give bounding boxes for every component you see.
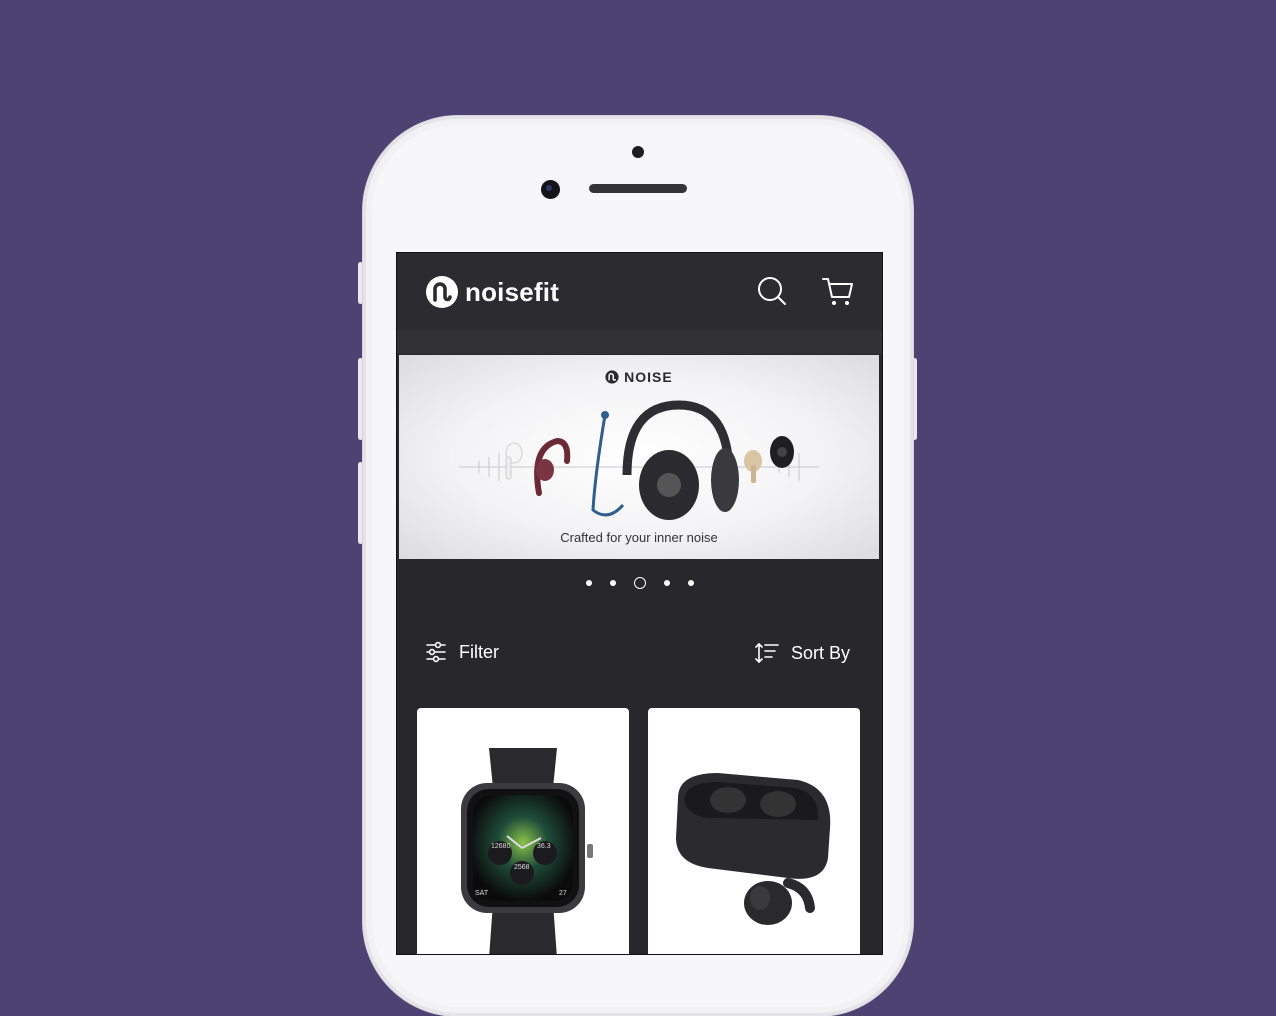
phone-sensor [632,146,644,158]
front-camera [541,180,560,199]
banner-brand: NOISE [399,369,879,385]
carousel-dot[interactable] [609,580,616,586]
watch-day: SAT [475,890,489,897]
list-toolbar: Filter Sort By [397,633,882,673]
carousel-dot[interactable] [585,580,592,586]
carousel-dot[interactable] [663,580,670,586]
sort-label: Sort By [791,642,851,663]
carousel-dot[interactable] [687,580,694,586]
app-screen: noisefit NOISE Crafted for your inner no… [396,252,883,955]
earpiece-speaker [589,184,687,193]
filter-label: Filter [459,641,499,662]
cart-icon[interactable] [821,274,855,308]
carousel-dot-active[interactable] [633,577,646,589]
watch-left-value: 12680 [491,843,511,850]
search-icon[interactable] [755,274,789,308]
brand-name: noisefit [465,276,560,307]
banner-tagline: Crafted for your inner noise [560,530,718,545]
watch-date: 27 [559,890,567,897]
sort-button[interactable]: Sort By [755,641,850,665]
watch-bottom-value: 2568 [514,864,530,871]
earbuds-case-image [676,773,831,925]
smartwatch-image: 12680 36.3 2568 SAT 27 [461,748,593,954]
sort-icon [755,642,779,664]
filter-button[interactable]: Filter [425,641,499,663]
noise-logo-icon [605,370,619,384]
promo-banner[interactable]: NOISE Crafted for your inner noise [399,355,879,559]
app-logo[interactable]: noisefit [425,275,559,309]
watch-right-value: 36.3 [537,843,551,850]
product-card-earbuds[interactable] [648,708,860,954]
product-card-smartwatch[interactable]: 12680 36.3 2568 SAT 27 [417,708,629,954]
app-header: noisefit [397,253,882,330]
carousel-pagination [397,575,882,591]
header-divider [397,330,882,354]
noisefit-logo-icon [426,276,458,308]
filter-sliders-icon [426,641,446,663]
banner-products-illustration [459,400,819,520]
